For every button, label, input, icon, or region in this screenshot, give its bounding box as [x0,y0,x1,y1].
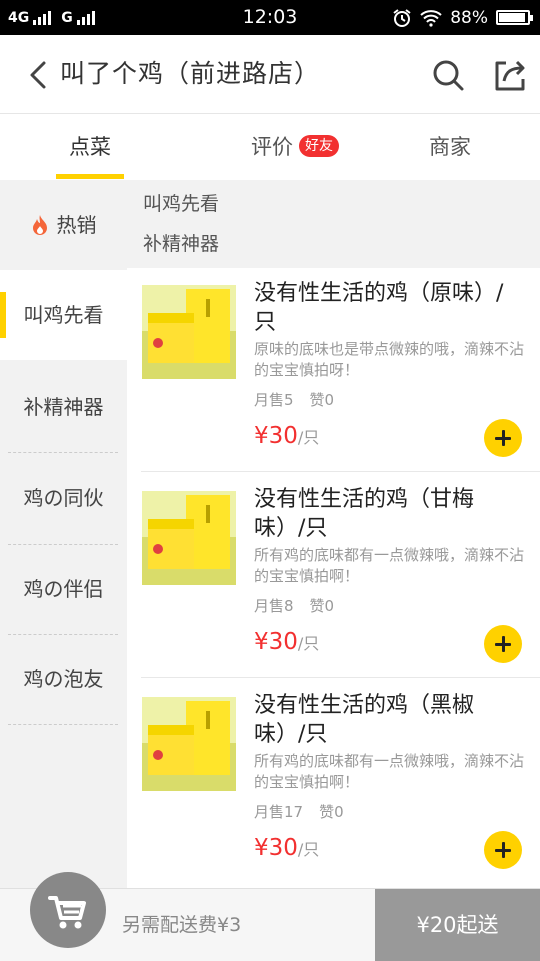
product-price: ¥30/只 [254,423,319,449]
sidebar-divider [8,724,118,725]
likes-count: 赞0 [319,803,344,821]
cart-bar: 另需配送费¥3 ¥20起送 [0,872,540,961]
product-stats: 月售17 赞0 [254,801,360,822]
price-unit: /只 [297,428,320,447]
fire-icon [32,214,47,235]
price-unit: /只 [297,840,320,859]
add-to-cart-button[interactable] [484,625,522,663]
product-description: 所有鸡的底味都有一点微辣哦，滴辣不沾的宝宝慎拍啊！ [254,752,525,791]
price-value: ¥30 [254,835,298,861]
friend-badge: 好友 [299,135,339,157]
monthly-sales: 月售17 [254,803,304,821]
price-value: ¥30 [254,629,298,655]
sidebar-item-label: 补精神器 [23,395,104,419]
sidebar-item-label: 鸡の伴侣 [23,577,104,601]
product-divider [141,677,540,678]
active-tab-indicator [56,174,124,179]
sidebar-item-label: 热销 [56,213,97,237]
status-right: 88% [392,0,533,35]
product-image [142,697,236,791]
battery-icon [496,10,533,25]
product-name: 没有性生活的鸡（原味）/只 [254,281,504,335]
menu-list[interactable]: 叫鸡先看 补精神器 没有性生活的鸡（原味）/只 原味的底味也是带点微辣的哦，滴辣… [127,180,540,888]
minimum-order-button[interactable]: ¥20起送 [375,889,540,961]
category-sidebar: 热销 叫鸡先看 补精神器 鸡の同伙 鸡の伴侣 鸡の泡友 [0,180,127,888]
section-header: 补精神器 [127,220,540,268]
shopping-cart-icon [48,896,86,929]
monthly-sales: 月售5 [254,391,294,409]
wifi-icon [420,9,442,27]
price-value: ¥30 [254,423,298,449]
sidebar-item-label: 鸡の泡友 [23,667,104,691]
product-description: 所有鸡的底味都有一点微辣哦，滴辣不沾的宝宝慎拍啊！ [254,546,525,585]
back-arrow-icon[interactable] [22,55,58,95]
likes-count: 赞0 [309,391,335,409]
sidebar-item-recommended[interactable]: 叫鸡先看 [0,270,127,360]
product-price: ¥30/只 [254,835,319,861]
tab-order[interactable]: 点菜 [40,114,140,180]
cart-button[interactable] [30,872,106,948]
alarm-icon [393,8,411,27]
sidebar-item-partners[interactable]: 鸡の伴侣 [0,544,127,634]
battery-percent: 88% [450,7,488,28]
product-card[interactable]: 没有性生活的鸡（黑椒味）/只 所有鸡的底味都有一点微辣哦，滴辣不沾的宝宝慎拍啊！… [127,685,540,888]
add-to-cart-button[interactable] [484,831,522,869]
sidebar-item-companions[interactable]: 鸡の同伙 [0,453,127,543]
product-description: 原味的底味也是带点微辣的哦，滴辣不沾的宝宝慎拍呀！ [254,340,525,379]
product-divider [141,471,540,472]
product-card[interactable]: 没有性生活的鸡（甘梅味）/只 所有鸡的底味都有一点微辣哦，滴辣不沾的宝宝慎拍啊！… [127,479,540,685]
tab-merchant[interactable]: 商家 [400,114,500,180]
product-price: ¥30/只 [254,629,319,655]
product-name: 没有性生活的鸡（甘梅味）/只 [254,487,475,541]
add-to-cart-button[interactable] [484,419,522,457]
tab-bar: 点菜 评价 好友 商家 [0,114,540,181]
product-image [142,285,236,379]
search-icon[interactable] [430,57,466,93]
product-stats: 月售8 赞0 [254,595,350,616]
tab-review-label: 评价 [251,135,293,159]
top-app-bar: 叫了个鸡（前进路店） [0,35,540,114]
monthly-sales: 月售8 [254,597,294,615]
price-unit: /只 [297,634,320,653]
product-card[interactable]: 没有性生活的鸡（原味）/只 原味的底味也是带点微辣的哦，滴辣不沾的宝宝慎拍呀！ … [127,273,540,479]
sidebar-item-label: 鸡の同伙 [23,486,104,510]
status-bar: 4G G 12:03 88% [0,0,540,35]
product-image [142,491,236,585]
page-title: 叫了个鸡（前进路店） [60,59,321,88]
sidebar-item-buddies[interactable]: 鸡の泡友 [0,634,127,724]
likes-count: 赞0 [309,597,335,615]
product-name: 没有性生活的鸡（黑椒味）/只 [254,693,475,747]
tab-review[interactable]: 评价 好友 [230,114,360,180]
product-stats: 月售5 赞0 [254,389,350,410]
sidebar-item-hot[interactable]: 热销 [0,180,127,270]
sidebar-item-label: 叫鸡先看 [23,303,104,327]
sidebar-item-supplements[interactable]: 补精神器 [0,362,127,452]
share-icon[interactable] [492,57,528,93]
delivery-fee-text: 另需配送费¥3 [122,914,242,936]
